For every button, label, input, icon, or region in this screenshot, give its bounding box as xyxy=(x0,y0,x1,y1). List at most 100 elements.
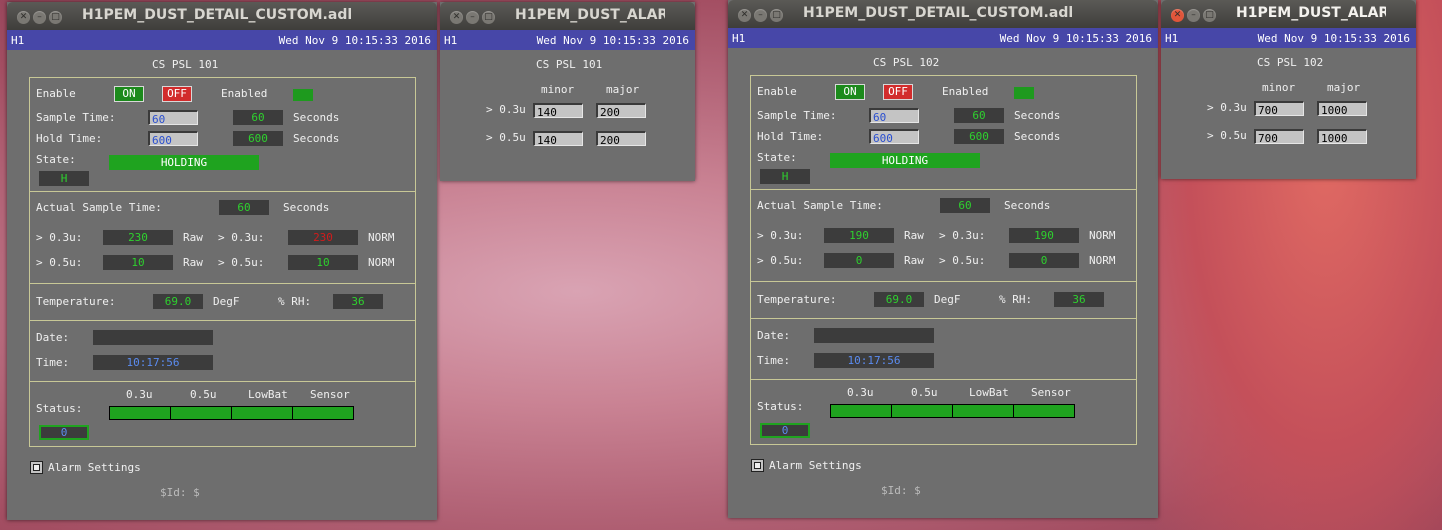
norm-label: NORM xyxy=(368,256,395,269)
hold-time-input[interactable]: 600 xyxy=(148,131,198,147)
minor-label: minor xyxy=(1262,81,1296,94)
status-label: Status: xyxy=(757,400,804,413)
minimize-window-button[interactable]: – xyxy=(1187,9,1200,22)
enable-label: Enable xyxy=(36,87,76,100)
header-bar: H1 Wed Nov 9 10:15:33 2016 xyxy=(7,30,437,50)
status-label: Status: xyxy=(36,402,83,415)
humidity-value: 36 xyxy=(1054,292,1104,307)
particle-03-label: > 0.3u: xyxy=(36,231,83,244)
sensor-name: CS PSL 102 xyxy=(1257,56,1324,69)
title-bar[interactable]: ✕–□ H1PEM_DUST_ALARM xyxy=(1161,0,1416,28)
state-label: State: xyxy=(757,151,797,164)
off-button[interactable]: OFF xyxy=(162,86,192,102)
sample-time-value: 60 xyxy=(954,108,1004,123)
minimize-window-button[interactable]: – xyxy=(33,11,46,24)
hold-time-input[interactable]: 600 xyxy=(869,129,919,145)
time-label: Time: xyxy=(757,354,791,367)
raw-label: Raw xyxy=(183,256,203,269)
maximize-window-button[interactable]: □ xyxy=(49,11,62,24)
alarm-settings-label[interactable]: Alarm Settings xyxy=(48,461,141,474)
sensor-name: CS PSL 101 xyxy=(536,58,603,71)
close-window-button[interactable]: ✕ xyxy=(1171,9,1184,22)
major-label: major xyxy=(606,83,640,96)
close-window-button[interactable]: ✕ xyxy=(17,11,30,24)
close-window-button[interactable]: ✕ xyxy=(738,9,751,22)
seconds-label: Seconds xyxy=(1014,130,1061,143)
on-button[interactable]: ON xyxy=(835,84,865,100)
status-col-lowbat: LowBat xyxy=(969,386,1009,399)
particle-05-label: > 0.5u xyxy=(1207,129,1247,142)
state-indicator: HOLDING xyxy=(830,153,980,168)
status-value: 0 xyxy=(760,423,810,438)
humidity-value: 36 xyxy=(333,294,383,309)
close-window-button[interactable]: ✕ xyxy=(450,11,463,24)
date-value xyxy=(93,330,213,345)
state-code: H xyxy=(39,171,89,186)
alarm-settings-button[interactable] xyxy=(30,461,43,474)
particle-05-label: > 0.5u xyxy=(486,131,526,144)
status-03u-indicator xyxy=(109,406,171,420)
sample-time-input[interactable]: 60 xyxy=(869,108,919,124)
minimize-window-button[interactable]: – xyxy=(754,9,767,22)
maximize-window-button[interactable]: □ xyxy=(482,11,495,24)
maximize-icon: □ xyxy=(484,12,493,22)
status-05u-indicator xyxy=(891,404,953,418)
p05-minor-input[interactable]: 140 xyxy=(533,131,583,147)
raw-label: Raw xyxy=(904,254,924,267)
divider xyxy=(29,320,416,321)
seconds-label: Seconds xyxy=(1014,109,1061,122)
temperature-value: 69.0 xyxy=(874,292,924,307)
alarm-settings-label[interactable]: Alarm Settings xyxy=(769,459,862,472)
p03-major-input[interactable]: 200 xyxy=(596,103,646,119)
title-bar[interactable]: ✕–□ H1PEM_DUST_ALARM xyxy=(440,2,695,30)
maximize-icon: □ xyxy=(1205,10,1214,20)
header-clock: Wed Nov 9 10:15:33 2016 xyxy=(536,34,689,47)
status-lowbat-indicator xyxy=(952,404,1014,418)
actual-sample-time-value: 60 xyxy=(219,200,269,215)
p03-minor-input[interactable]: 140 xyxy=(533,103,583,119)
p03-minor-input[interactable]: 700 xyxy=(1254,101,1304,117)
norm-label: NORM xyxy=(1089,254,1116,267)
off-button[interactable]: OFF xyxy=(883,84,913,100)
status-05u-indicator xyxy=(170,406,232,420)
norm-label: NORM xyxy=(1089,229,1116,242)
temperature-label: Temperature: xyxy=(36,295,116,308)
seconds-label: Seconds xyxy=(283,201,330,214)
time-value: 10:17:56 xyxy=(814,353,934,368)
status-col-03u: 0.3u xyxy=(847,386,874,399)
particle-03-norm: 190 xyxy=(1009,228,1079,243)
particle-03-label: > 0.3u xyxy=(1207,101,1247,114)
particle-03-label: > 0.3u xyxy=(486,103,526,116)
status-col-05u: 0.5u xyxy=(190,388,217,401)
status-indicators xyxy=(109,405,354,420)
p05-major-input[interactable]: 200 xyxy=(596,131,646,147)
close-icon: ✕ xyxy=(1173,10,1182,20)
site-label: H1 xyxy=(11,34,25,47)
maximize-window-button[interactable]: □ xyxy=(770,9,783,22)
title-bar[interactable]: ✕ – □ H1PEM_DUST_DETAIL_CUSTOM.adl xyxy=(7,2,437,30)
particle-05-raw: 0 xyxy=(824,253,894,268)
p05-minor-input[interactable]: 700 xyxy=(1254,129,1304,145)
actual-sample-time-label: Actual Sample Time: xyxy=(757,199,883,212)
raw-label: Raw xyxy=(183,231,203,244)
minimize-icon: – xyxy=(1191,10,1196,20)
hold-time-label: Hold Time: xyxy=(757,130,824,143)
title-bar[interactable]: ✕ – □ H1PEM_DUST_DETAIL_CUSTOM.adl xyxy=(728,0,1158,28)
sample-time-input[interactable]: 60 xyxy=(148,110,198,126)
on-button[interactable]: ON xyxy=(114,86,144,102)
minimize-window-button[interactable]: – xyxy=(466,11,479,24)
minimize-icon: – xyxy=(758,10,763,20)
p03-major-input[interactable]: 1000 xyxy=(1317,101,1367,117)
status-value: 0 xyxy=(39,425,89,440)
minor-label: minor xyxy=(541,83,575,96)
p05-major-input[interactable]: 1000 xyxy=(1317,129,1367,145)
alarm-settings-button[interactable] xyxy=(751,459,764,472)
particle-05-label: > 0.5u: xyxy=(757,254,804,267)
maximize-window-button[interactable]: □ xyxy=(1203,9,1216,22)
actual-sample-time-label: Actual Sample Time: xyxy=(36,201,162,214)
seconds-label: Seconds xyxy=(293,132,340,145)
window-title: H1PEM_DUST_DETAIL_CUSTOM.adl xyxy=(82,7,353,23)
header-clock: Wed Nov 9 10:15:33 2016 xyxy=(999,32,1152,45)
temperature-label: Temperature: xyxy=(757,293,837,306)
divider xyxy=(29,283,416,284)
